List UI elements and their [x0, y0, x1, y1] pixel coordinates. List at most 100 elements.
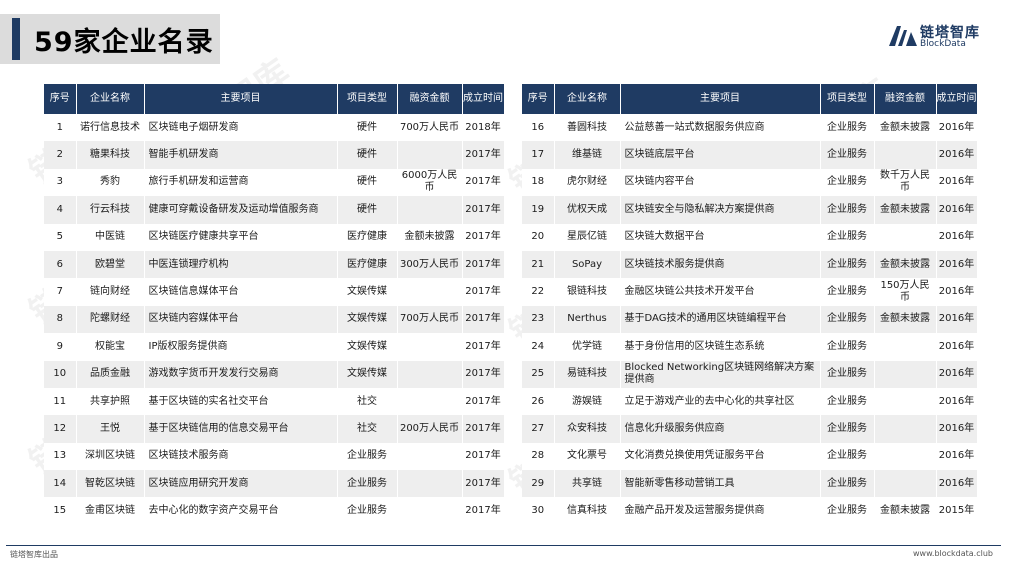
col-header-founded: 成立时间 — [462, 84, 505, 114]
table-row: 28 文化票号 文化消费兑换使用凭证服务平台 企业服务 2016年 — [522, 442, 978, 471]
cell-type: 企业服务 — [820, 278, 875, 306]
cell-founded: 2016年 — [936, 278, 978, 306]
table-row: 24 优学链 基于身份信用的区块链生态系统 企业服务 2016年 — [522, 333, 978, 361]
cell-project: 基于区块链的实名社交平台 — [144, 387, 338, 416]
cell-funding: 200万人民币 — [397, 415, 463, 443]
cell-founded: 2016年 — [936, 333, 978, 361]
cell-type: 医疗健康 — [337, 223, 398, 251]
cell-founded: 2016年 — [936, 168, 978, 197]
col-header-founded: 成立时间 — [936, 84, 978, 114]
cell-project: IP版权服务提供商 — [144, 333, 338, 361]
cell-company: 善圆科技 — [554, 114, 621, 142]
cell-project: 中医连锁理疗机构 — [144, 250, 338, 279]
cell-funding — [874, 223, 937, 251]
cell-company: 银链科技 — [554, 278, 621, 306]
cell-founded: 2017年 — [462, 442, 505, 471]
cell-company: 智乾区块链 — [76, 470, 145, 498]
cell-funding — [397, 196, 463, 224]
cell-index: 3 — [44, 168, 77, 197]
table-row: 7 链向财经 区块链信息媒体平台 文娱传媒 2017年 — [44, 278, 505, 306]
cell-company: 维基链 — [554, 141, 621, 169]
cell-type: 硬件 — [337, 141, 398, 169]
cell-funding — [397, 278, 463, 306]
cell-company: 链向财经 — [76, 278, 145, 306]
cell-project: 旅行手机研发和运营商 — [144, 168, 338, 197]
cell-company: 游娱链 — [554, 387, 621, 416]
cell-funding — [397, 442, 463, 471]
cell-company: 共享护照 — [76, 387, 145, 416]
table-row: 2 糖果科技 智能手机研发商 硬件 2017年 — [44, 141, 505, 169]
footer-credit: 链塔智库出品 — [10, 550, 58, 559]
cell-type: 企业服务 — [820, 223, 875, 251]
cell-index: 2 — [44, 141, 77, 169]
cell-founded: 2017年 — [462, 360, 505, 388]
blockdata-logo-icon — [889, 26, 917, 46]
cell-funding — [397, 360, 463, 388]
table-row: 4 行云科技 健康可穿戴设备研发及运动增值服务商 硬件 2017年 — [44, 196, 505, 224]
table-row: 20 星辰亿链 区块链大数据平台 企业服务 2016年 — [522, 223, 978, 251]
cell-founded: 2017年 — [462, 497, 505, 525]
cell-company: 共享链 — [554, 470, 621, 498]
cell-founded: 2017年 — [462, 196, 505, 224]
cell-company: 品质金融 — [76, 360, 145, 388]
footer-url: www.blockdata.club — [913, 549, 993, 558]
footer-divider — [6, 545, 1001, 546]
cell-type: 企业服务 — [820, 168, 875, 197]
cell-company: 陀螺财经 — [76, 305, 145, 334]
cell-founded: 2017年 — [462, 387, 505, 416]
cell-founded: 2016年 — [936, 415, 978, 443]
cell-founded: 2017年 — [462, 333, 505, 361]
cell-company: 权能宝 — [76, 333, 145, 361]
table-row: 30 信真科技 金融产品开发及运营服务提供商 企业服务 金额未披露 2015年 — [522, 497, 978, 525]
table-row: 5 中医链 区块链医疗健康共享平台 医疗健康 金额未披露 2017年 — [44, 223, 505, 251]
cell-index: 12 — [44, 415, 77, 443]
cell-type: 企业服务 — [337, 442, 398, 471]
cell-founded: 2017年 — [462, 250, 505, 279]
table-row: 23 Nerthus 基于DAG技术的通用区块链编程平台 企业服务 金额未披露 2016年 — [522, 305, 978, 334]
cell-funding: 金额未披露 — [397, 223, 463, 251]
cell-company: 深圳区块链 — [76, 442, 145, 471]
cell-founded: 2017年 — [462, 305, 505, 334]
table-row: 10 品质金融 游戏数字货币开发发行交易商 文娱传媒 2017年 — [44, 360, 505, 388]
cell-type: 硬件 — [337, 114, 398, 142]
cell-index: 17 — [522, 141, 555, 169]
cell-founded: 2017年 — [462, 415, 505, 443]
cell-project: 游戏数字货币开发发行交易商 — [144, 360, 338, 388]
cell-funding: 300万人民币 — [397, 250, 463, 279]
cell-funding — [397, 333, 463, 361]
cell-funding: 700万人民币 — [397, 114, 463, 142]
cell-company: 中医链 — [76, 223, 145, 251]
cell-company: 易链科技 — [554, 360, 621, 388]
cell-index: 7 — [44, 278, 77, 306]
cell-index: 24 — [522, 333, 555, 361]
cell-project: 基于DAG技术的通用区块链编程平台 — [620, 305, 821, 334]
cell-type: 企业服务 — [337, 497, 398, 525]
cell-project: Blocked Networking区块链网络解决方案提供商 — [620, 360, 821, 388]
cell-project: 区块链内容平台 — [620, 168, 821, 197]
col-header-index: 序号 — [44, 84, 77, 114]
cell-index: 18 — [522, 168, 555, 197]
cell-funding: 金额未披露 — [874, 250, 937, 279]
cell-founded: 2016年 — [936, 442, 978, 471]
cell-type: 企业服务 — [820, 470, 875, 498]
cell-funding — [397, 470, 463, 498]
cell-project: 基于身份信用的区块链生态系统 — [620, 333, 821, 361]
cell-index: 1 — [44, 114, 77, 142]
cell-company: 秀豹 — [76, 168, 145, 197]
cell-index: 8 — [44, 305, 77, 334]
cell-company: 信真科技 — [554, 497, 621, 525]
cell-founded: 2016年 — [936, 360, 978, 388]
cell-type: 企业服务 — [820, 360, 875, 388]
cell-project: 区块链安全与隐私解决方案提供商 — [620, 196, 821, 224]
cell-type: 文娱传媒 — [337, 305, 398, 334]
cell-funding — [874, 442, 937, 471]
cell-type: 文娱传媒 — [337, 333, 398, 361]
cell-type: 企业服务 — [820, 415, 875, 443]
cell-funding — [874, 141, 937, 169]
company-table-right: 序号 企业名称 主要项目 项目类型 融资金额 成立时间 16 善圆科技 公益慈善一站… — [522, 84, 978, 525]
cell-index: 28 — [522, 442, 555, 471]
cell-index: 20 — [522, 223, 555, 251]
cell-project: 区块链技术服务提供商 — [620, 250, 821, 279]
cell-index: 25 — [522, 360, 555, 388]
cell-index: 13 — [44, 442, 77, 471]
